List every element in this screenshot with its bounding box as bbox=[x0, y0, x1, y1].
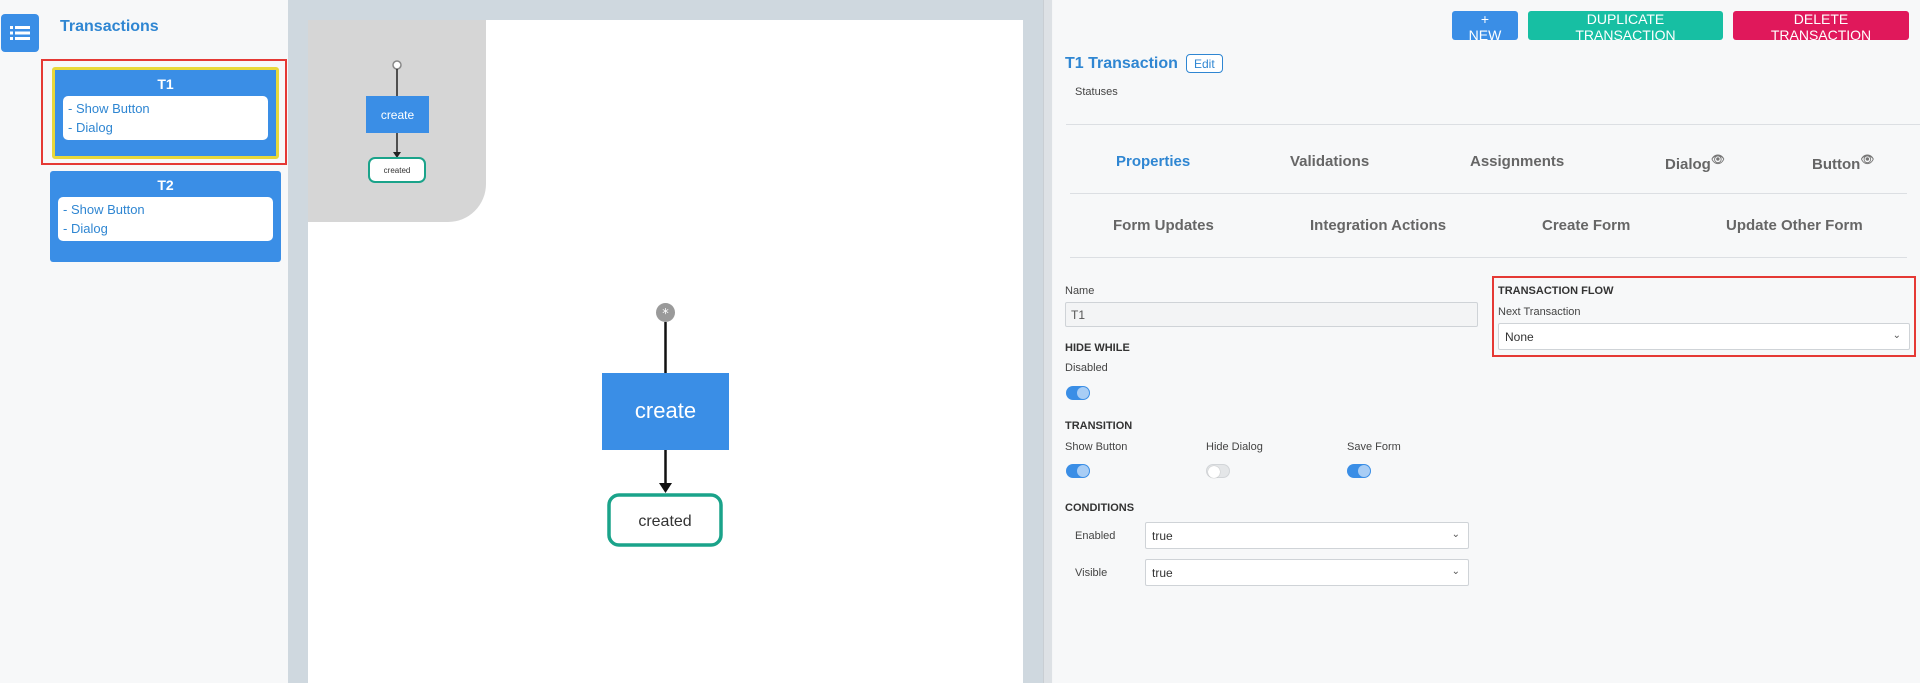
save-form-toggle[interactable] bbox=[1347, 464, 1371, 478]
chevron-down-icon: ⌄ bbox=[1451, 566, 1460, 577]
hide-dialog-label: Hide Dialog bbox=[1206, 441, 1263, 453]
transaction-flow-heading: TRANSACTION FLOW bbox=[1498, 285, 1614, 297]
transaction-item[interactable]: - Show Button bbox=[68, 99, 263, 118]
eye-icon: 👁 bbox=[1710, 154, 1725, 166]
tab-assignments[interactable]: Assignments bbox=[1470, 153, 1564, 170]
eye-icon: 👁 bbox=[1860, 154, 1875, 166]
duplicate-transaction-button[interactable]: DUPLICATE TRANSACTION bbox=[1528, 11, 1723, 43]
edit-button[interactable]: Edit bbox=[1186, 54, 1223, 73]
minimap-start-node bbox=[392, 60, 402, 70]
tab-form-updates[interactable]: Form Updates bbox=[1113, 217, 1214, 234]
disabled-label: Disabled bbox=[1065, 362, 1108, 374]
enabled-label: Enabled bbox=[1075, 530, 1116, 542]
action-node-create[interactable]: create bbox=[602, 373, 729, 450]
chevron-down-icon: ⌄ bbox=[1892, 330, 1901, 341]
tab-validations[interactable]: Validations bbox=[1290, 153, 1369, 170]
minimap-action-label: create bbox=[381, 108, 415, 122]
enabled-select[interactable]: true ⌄ bbox=[1145, 522, 1469, 549]
hide-dialog-toggle[interactable] bbox=[1206, 464, 1230, 478]
disabled-toggle[interactable] bbox=[1066, 386, 1090, 400]
arrowhead bbox=[659, 483, 672, 493]
transaction-item[interactable]: - Dialog bbox=[63, 219, 268, 238]
statuses-label: Statuses bbox=[1075, 86, 1118, 98]
conditions-heading: CONDITIONS bbox=[1065, 502, 1135, 514]
minimap-status-label: created bbox=[384, 166, 411, 175]
show-button-label: Show Button bbox=[1065, 441, 1128, 453]
visible-select-value: true bbox=[1152, 566, 1173, 580]
next-transaction-label: Next Transaction bbox=[1498, 306, 1581, 318]
tab-button-label: Button bbox=[1812, 156, 1861, 173]
transaction-items: - Show Button - Dialog bbox=[58, 197, 273, 241]
show-button-toggle[interactable] bbox=[1066, 464, 1090, 478]
status-node-label: created bbox=[638, 513, 691, 530]
enabled-select-value: true bbox=[1152, 529, 1173, 543]
tab-create-form[interactable]: Create Form bbox=[1542, 217, 1630, 234]
visible-label: Visible bbox=[1075, 567, 1108, 579]
sidebar-title: Transactions bbox=[60, 18, 159, 35]
next-transaction-select[interactable]: None ⌄ bbox=[1498, 323, 1910, 350]
minimap[interactable]: create created bbox=[308, 20, 486, 222]
tab-dialog[interactable]: Dialog👁 bbox=[1665, 153, 1725, 173]
action-node-label: create bbox=[635, 398, 696, 423]
save-form-label: Save Form bbox=[1347, 441, 1401, 453]
canvas-scrollbar[interactable] bbox=[1043, 0, 1052, 683]
transaction-title: T1 Transaction bbox=[1065, 55, 1178, 72]
new-transaction-button[interactable]: + NEW bbox=[1452, 11, 1518, 43]
tab-integration-actions[interactable]: Integration Actions bbox=[1310, 217, 1446, 234]
name-input[interactable]: T1 bbox=[1065, 302, 1478, 327]
next-transaction-value: None bbox=[1505, 330, 1534, 344]
menu-toggle-button[interactable] bbox=[1, 14, 39, 52]
transaction-name: T2 bbox=[157, 177, 174, 193]
app-root: Transactions T1 - Show Button - Dialog T… bbox=[0, 0, 1920, 683]
start-node[interactable]: * bbox=[656, 303, 675, 322]
status-node-created[interactable]: created bbox=[607, 493, 723, 547]
asterisk-icon: * bbox=[662, 307, 669, 322]
list-icon bbox=[10, 26, 30, 40]
chevron-down-icon: ⌄ bbox=[1451, 529, 1460, 540]
transaction-item[interactable]: - Dialog bbox=[68, 118, 263, 137]
transaction-card-t1[interactable]: T1 - Show Button - Dialog bbox=[52, 67, 279, 159]
transition-heading: TRANSITION bbox=[1065, 420, 1133, 432]
delete-transaction-button[interactable]: DELETE TRANSACTION bbox=[1733, 11, 1909, 43]
transaction-item[interactable]: - Show Button bbox=[63, 200, 268, 219]
tab-button[interactable]: Button👁 bbox=[1812, 153, 1874, 173]
hide-while-heading: HIDE WHILE bbox=[1065, 342, 1130, 354]
flow-diagram: * create created bbox=[602, 303, 729, 547]
tab-update-other-form[interactable]: Update Other Form bbox=[1726, 217, 1863, 234]
transaction-items: - Show Button - Dialog bbox=[63, 96, 268, 140]
transaction-name: T1 bbox=[157, 76, 174, 92]
tab-properties[interactable]: Properties bbox=[1116, 153, 1190, 170]
minimap-diagram: create created bbox=[366, 60, 429, 183]
visible-select[interactable]: true ⌄ bbox=[1145, 559, 1469, 586]
name-label: Name bbox=[1065, 285, 1095, 297]
transaction-card-t2[interactable]: T2 - Show Button - Dialog bbox=[50, 171, 281, 262]
divider bbox=[1066, 124, 1920, 125]
divider bbox=[1070, 257, 1907, 258]
divider bbox=[1070, 193, 1907, 194]
tab-dialog-label: Dialog bbox=[1665, 156, 1711, 173]
